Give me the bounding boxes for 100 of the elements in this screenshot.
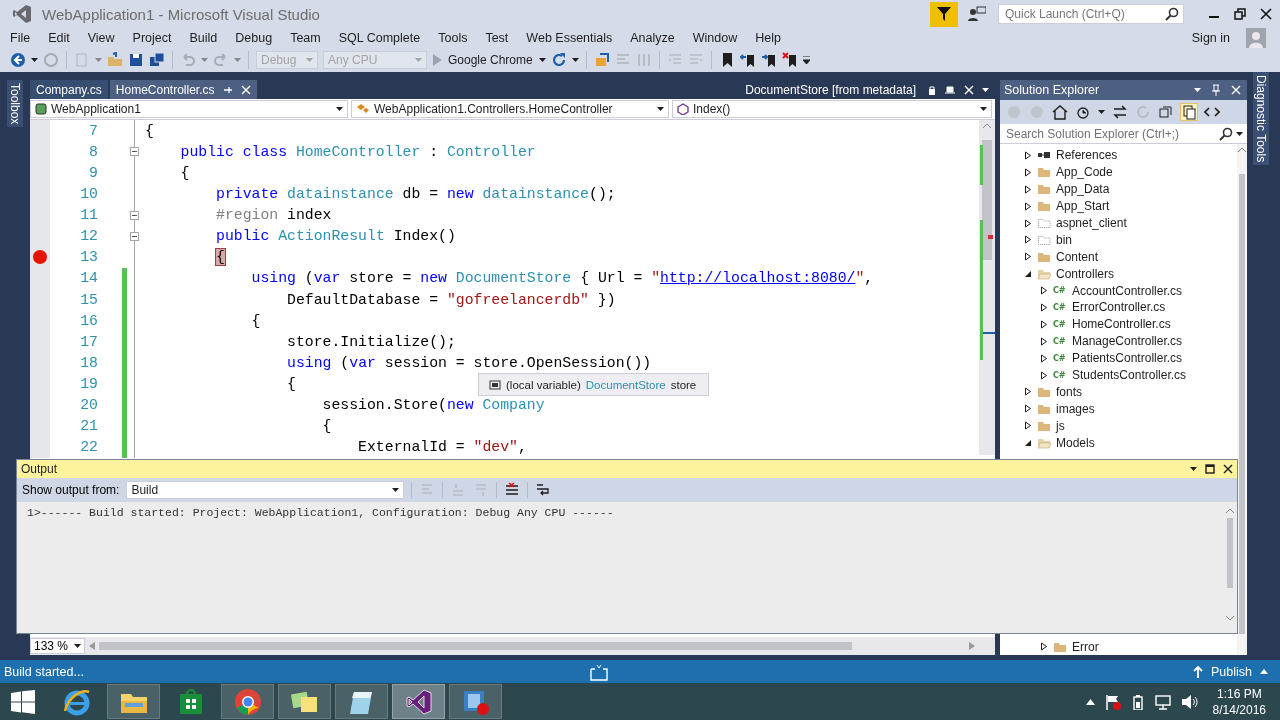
notification-icon[interactable] [588, 662, 609, 681]
tree-item[interactable]: js [1056, 418, 1065, 433]
caret-icon[interactable] [980, 107, 987, 111]
save-icon[interactable] [128, 52, 144, 68]
word-wrap-icon[interactable] [535, 482, 552, 498]
network-icon[interactable] [1154, 693, 1171, 710]
close-icon[interactable] [1223, 464, 1233, 474]
refresh-icon[interactable] [550, 52, 567, 68]
collapsed-arrow-icon[interactable] [1024, 218, 1032, 228]
collapsed-arrow-icon[interactable] [1040, 286, 1048, 296]
filter-icon[interactable] [930, 1, 958, 27]
run-button[interactable]: Google Chrome [432, 53, 546, 67]
toolbox-tab[interactable]: Toolbox [7, 80, 23, 128]
feedback-icon[interactable] [968, 6, 986, 22]
pin-icon[interactable] [222, 84, 233, 95]
find-in-files-icon[interactable] [593, 52, 610, 68]
menu-item[interactable]: Team [281, 31, 330, 45]
collapse-icon[interactable] [130, 231, 139, 241]
close-icon[interactable] [1260, 8, 1272, 20]
tree-item[interactable]: Controllers [1056, 266, 1115, 281]
tree-item[interactable]: App_Code [1056, 165, 1113, 180]
collapsed-arrow-icon[interactable] [1040, 353, 1048, 363]
tree-item[interactable]: App_Data [1056, 182, 1110, 197]
back-icon[interactable] [10, 52, 26, 68]
tree-item[interactable]: ErrorController.cs [1072, 300, 1166, 315]
tree-item[interactable]: References [1056, 148, 1118, 163]
menu-item[interactable]: Tools [429, 31, 477, 45]
volume-icon[interactable] [1180, 693, 1199, 710]
caret-icon[interactable] [1190, 467, 1197, 471]
tree-item[interactable]: ManageController.cs [1072, 334, 1183, 349]
clock-time[interactable]: 1:16 PM [1216, 685, 1262, 702]
zoom-dropdown[interactable]: 133 % [30, 638, 85, 654]
collapsed-arrow-icon[interactable] [1024, 184, 1032, 194]
tree-item[interactable]: AccountController.cs [1072, 283, 1183, 298]
caret-up-icon[interactable] [1260, 669, 1268, 674]
caret-icon[interactable] [1236, 131, 1243, 136]
infinity-logo-icon[interactable] [404, 687, 433, 716]
sync-icon[interactable] [1112, 104, 1128, 120]
pin-icon[interactable] [1211, 84, 1221, 96]
clock-date[interactable]: 8/14/2016 [1212, 701, 1266, 718]
previous-bookmark-icon[interactable] [739, 52, 756, 68]
navigation-dropdown[interactable]: WebApplication1 [30, 100, 348, 118]
sign-in-link[interactable]: Sign in [1191, 31, 1230, 45]
tree-item[interactable]: Error [1072, 639, 1099, 654]
expanded-arrow-icon[interactable] [1024, 438, 1032, 447]
clear-all-icon[interactable] [504, 482, 521, 498]
restore-icon[interactable] [1234, 8, 1246, 20]
overflow-icon[interactable] [802, 56, 810, 64]
collapsed-arrow-icon[interactable] [1024, 201, 1032, 211]
menu-item[interactable]: Web Essentials [517, 31, 622, 45]
caret-icon[interactable] [1194, 88, 1201, 92]
tree-item[interactable]: Content [1056, 249, 1099, 264]
tree-item[interactable]: HomeController.cs [1072, 317, 1171, 332]
tree-item[interactable]: fonts [1056, 384, 1082, 399]
battery-icon[interactable] [1130, 693, 1145, 710]
collapsed-arrow-icon[interactable] [1024, 421, 1032, 431]
breakpoint-margin[interactable] [30, 120, 50, 458]
collapsed-arrow-icon[interactable] [1024, 404, 1032, 414]
tree-item[interactable]: PatientsController.cs [1072, 351, 1183, 366]
collapsed-arrow-icon[interactable] [1040, 642, 1048, 652]
caret-icon[interactable] [31, 58, 38, 62]
tree-item[interactable]: aspnet_client [1056, 216, 1127, 230]
caret-icon[interactable] [538, 58, 546, 62]
start-icon[interactable] [11, 689, 35, 714]
link[interactable]: http://localhost:8080/ [660, 270, 856, 287]
caret-icon[interactable] [1098, 110, 1105, 114]
caret-icon[interactable] [336, 107, 343, 111]
collapsed-arrow-icon[interactable] [1024, 387, 1032, 397]
home-icon[interactable] [1052, 104, 1068, 120]
publish-button[interactable]: Publish [1211, 664, 1252, 679]
collapse-icon[interactable] [130, 210, 139, 220]
round-browser-icon[interactable] [232, 686, 263, 717]
caret-icon[interactable] [74, 644, 81, 648]
quick-launch-field[interactable]: Quick Launch (Ctrl+Q) [998, 4, 1184, 24]
preview-tab[interactable]: DocumentStore [from metadata] [745, 82, 916, 97]
clear-bookmarks-icon[interactable] [781, 52, 798, 68]
show-hidden-icons-icon[interactable] [1085, 698, 1095, 705]
tree-item[interactable]: images [1056, 401, 1095, 416]
collapse-all-icon[interactable] [1158, 104, 1174, 120]
vertical-scrollbar[interactable] [1237, 144, 1247, 655]
menu-item[interactable]: Debug [226, 31, 282, 45]
collapsed-arrow-icon[interactable] [1024, 235, 1032, 245]
tree-item[interactable]: bin [1056, 232, 1072, 247]
menu-item[interactable]: Help [746, 31, 790, 45]
editor-tab[interactable]: Company.cs [30, 80, 108, 99]
breakpoint-icon[interactable] [33, 250, 47, 265]
menu-item[interactable]: Analyze [621, 31, 684, 45]
caret-icon[interactable] [392, 488, 400, 492]
vertical-scrollbar[interactable] [979, 120, 995, 455]
menu-item[interactable]: View [78, 31, 124, 45]
upload-arrow-icon[interactable] [1193, 665, 1203, 678]
caret-icon[interactable] [982, 87, 989, 92]
taskbar-button[interactable] [221, 684, 274, 719]
collapsed-arrow-icon[interactable] [1040, 336, 1048, 346]
taskbar-button[interactable] [278, 684, 331, 719]
keep-open-icon[interactable] [928, 84, 936, 95]
taskbar-button[interactable] [107, 684, 160, 719]
collapsed-arrow-icon[interactable] [1024, 167, 1032, 177]
tree-item[interactable]: App_Start [1056, 199, 1110, 214]
menu-item[interactable]: Edit [39, 31, 79, 45]
